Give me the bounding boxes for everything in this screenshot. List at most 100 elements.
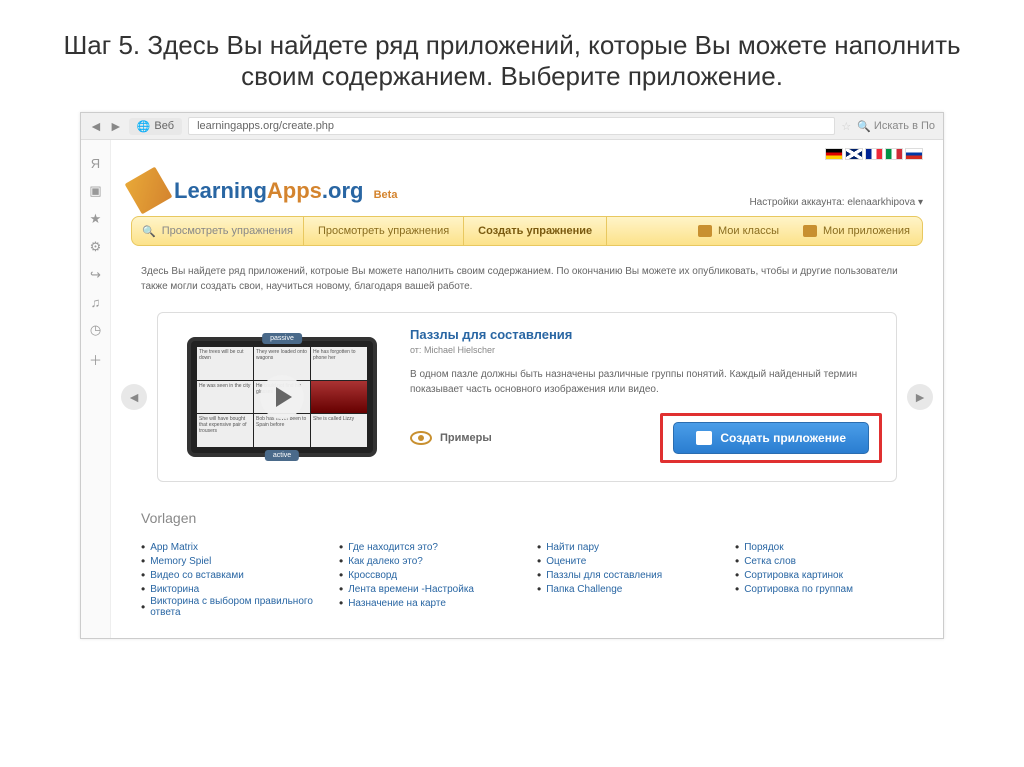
menu-search-placeholder: Просмотреть упражнения [162, 225, 293, 237]
browser-window: ◄ ► 🌐 Веб learningapps.org/create.php ☆ … [80, 112, 944, 639]
carousel-next-icon[interactable]: ► [907, 384, 933, 410]
template-actions: Примеры Создать приложение [410, 413, 882, 463]
sidebar-music-icon[interactable]: ♫ [81, 289, 110, 316]
eye-icon [410, 431, 432, 445]
create-button-highlight: Создать приложение [660, 413, 882, 463]
menu-browse[interactable]: Просмотреть упражнения [304, 217, 464, 245]
template-carousel: ◄ passive The trees will be cut down The… [121, 312, 933, 482]
puzzle-cell: She is called Lizzy [311, 414, 367, 447]
flag-ru-icon[interactable] [905, 148, 923, 160]
template-link[interactable]: Кроссворд [339, 568, 517, 582]
tab-active: active [265, 450, 299, 461]
search-icon: 🔍 [857, 120, 871, 133]
sidebar-gear-icon[interactable]: ⚙ [81, 233, 110, 261]
menu-classes[interactable]: Мои классы [686, 225, 791, 237]
site-logo[interactable]: LearningApps.org Beta [131, 173, 397, 208]
template-link[interactable]: Оцените [537, 554, 715, 568]
menu-search[interactable]: 🔍 Просмотреть упражнения [132, 217, 304, 245]
examples-label: Примеры [440, 432, 492, 444]
template-link[interactable]: Как далеко это? [339, 554, 517, 568]
sidebar-share-icon[interactable]: ↪ [81, 261, 110, 289]
main-menu: 🔍 Просмотреть упражнения Просмотреть упр… [131, 216, 923, 246]
search-placeholder: Искать в По [874, 120, 935, 132]
language-row [131, 140, 923, 168]
apps-icon [803, 225, 817, 237]
slide-title: Шаг 5. Здесь Вы найдете ряд приложений, … [0, 0, 1024, 112]
template-link[interactable]: App Matrix [141, 540, 319, 554]
template-link[interactable]: Порядок [735, 540, 913, 554]
main-area: LearningApps.org Beta Настройки аккаунта… [111, 140, 943, 638]
browser-search[interactable]: 🔍 Искать в По [857, 120, 935, 133]
sidebar-plus-icon[interactable]: ＋ [81, 344, 110, 375]
template-description: В одном пазле должны быть назначены разл… [410, 367, 882, 397]
template-link[interactable]: Лента времени -Настройка [339, 582, 517, 596]
menu-apps[interactable]: Мои приложения [791, 225, 922, 237]
template-link[interactable]: Найти пару [537, 540, 715, 554]
examples-link[interactable]: Примеры [410, 431, 492, 445]
sidebar-yandex-icon[interactable]: Я [81, 150, 110, 177]
flag-fr-icon[interactable] [865, 148, 883, 160]
play-icon[interactable] [260, 375, 304, 419]
language-flags [825, 148, 923, 160]
sidebar-star-icon[interactable]: ★ [81, 205, 110, 233]
logo-part-2: Apps [267, 178, 322, 203]
template-link[interactable]: Memory Spiel [141, 554, 319, 568]
puzzle-cell: The trees will be cut down [197, 347, 253, 380]
pencil-icon [125, 167, 173, 215]
template-link[interactable]: Назначение на карте [339, 596, 517, 610]
author-prefix: от: [410, 345, 421, 355]
templates-section: Vorlagen App Matrix Memory Spiel Видео с… [131, 510, 923, 618]
create-icon [696, 431, 712, 445]
flag-it-icon[interactable] [885, 148, 903, 160]
templates-grid: App Matrix Memory Spiel Видео со вставка… [141, 540, 913, 618]
menu-classes-label: Мои классы [718, 225, 779, 237]
templates-col-2: Где находится это? Как далеко это? Кросс… [339, 540, 517, 618]
back-arrow-icon[interactable]: ◄ [89, 118, 103, 134]
classes-icon [698, 225, 712, 237]
templates-heading: Vorlagen [141, 510, 913, 526]
browser-toolbar: ◄ ► 🌐 Веб learningapps.org/create.php ☆ … [81, 113, 943, 140]
sidebar-image-icon[interactable]: ▣ [81, 177, 110, 205]
web-badge[interactable]: 🌐 Веб [129, 118, 182, 135]
create-app-button[interactable]: Создать приложение [673, 422, 869, 454]
template-thumbnail[interactable]: passive The trees will be cut down They … [172, 327, 392, 467]
puzzle-cell-image [311, 381, 367, 414]
page-content: Я ▣ ★ ⚙ ↪ ♫ ◷ ＋ [81, 140, 943, 638]
template-link[interactable]: Видео со вставками [141, 568, 319, 582]
template-title: Паззлы для составления [410, 327, 882, 342]
forward-arrow-icon[interactable]: ► [109, 118, 123, 134]
template-card: passive The trees will be cut down They … [157, 312, 897, 482]
template-link[interactable]: Сортировка по группам [735, 582, 913, 596]
template-link[interactable]: Где находится это? [339, 540, 517, 554]
carousel-prev-icon[interactable]: ◄ [121, 384, 147, 410]
templates-col-4: Порядок Сетка слов Сортировка картинок С… [735, 540, 913, 618]
search-icon: 🔍 [142, 225, 156, 238]
template-link[interactable]: Викторина [141, 582, 319, 596]
bookmark-star-icon[interactable]: ☆ [841, 120, 851, 133]
globe-icon: 🌐 [137, 120, 151, 133]
template-link[interactable]: Сетка слов [735, 554, 913, 568]
puzzle-cell: She will have bought that expensive pair… [197, 414, 253, 447]
account-label: Настройки аккаунта: elenaarkhipova [749, 197, 915, 208]
flag-de-icon[interactable] [825, 148, 843, 160]
logo-text: LearningApps.org Beta [174, 178, 397, 204]
logo-part-1: Learning [174, 178, 267, 203]
menu-create[interactable]: Создать упражнение [464, 217, 607, 245]
puzzle-cell: Bob has never been to Spain before [254, 414, 310, 447]
header-row: LearningApps.org Beta Настройки аккаунта… [131, 168, 923, 216]
templates-col-1: App Matrix Memory Spiel Видео со вставка… [141, 540, 319, 618]
template-link[interactable]: Сортировка картинок [735, 568, 913, 582]
templates-col-3: Найти пару Оцените Паззлы для составлени… [537, 540, 715, 618]
template-link[interactable]: Викторина с выбором правильного ответа [141, 596, 319, 618]
flag-gb-icon[interactable] [845, 148, 863, 160]
sidebar-clock-icon[interactable]: ◷ [81, 316, 110, 344]
template-link[interactable]: Паззлы для составления [537, 568, 715, 582]
puzzle-cell: He has forgotten to phone her [311, 347, 367, 380]
address-bar[interactable]: learningapps.org/create.php [188, 117, 835, 135]
web-label: Веб [154, 120, 174, 132]
puzzle-cell: He was seen in the city [197, 381, 253, 414]
account-link[interactable]: Настройки аккаунта: elenaarkhipova ▾ [749, 197, 923, 208]
template-link[interactable]: Папка Challenge [537, 582, 715, 596]
tab-passive: passive [262, 333, 302, 344]
logo-part-3: .org [322, 178, 364, 203]
